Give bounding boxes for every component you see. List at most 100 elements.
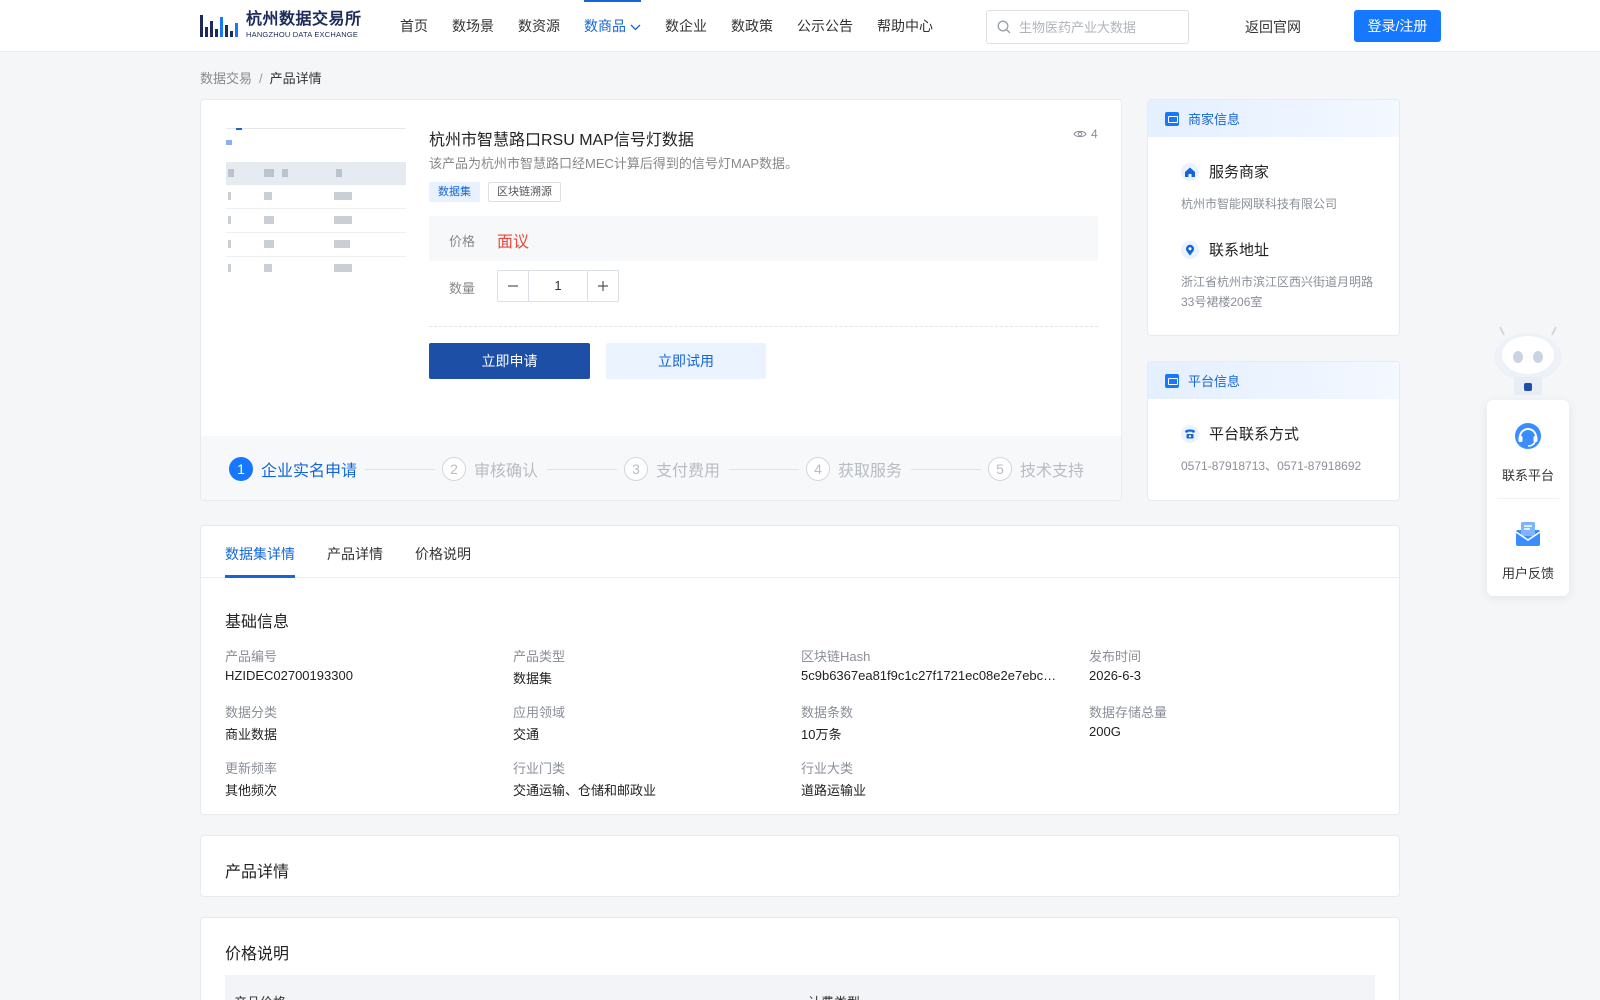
step-number: 3 [624,457,648,481]
eye-icon [1073,130,1087,138]
product-detail-title: 产品详情 [225,864,290,881]
nav-home[interactable]: 首页 [400,0,428,52]
price-table-header: 产品价格 计费类型 [225,975,1375,1000]
step-number: 2 [442,457,466,481]
field-label-record-count: 数据条数 [801,705,854,720]
nav-policies[interactable]: 数政策 [731,0,773,52]
field-value-data-category: 商业数据 [225,727,278,742]
step-4: 4 获取服务 [806,456,902,482]
nav-products[interactable]: 数商品 [584,0,641,52]
tag-dataset: 数据集 [429,182,480,202]
chevron-down-icon [630,24,641,31]
field-label-publish-time: 发布时间 [1089,649,1142,664]
price-table-col-price: 产品价格 [234,992,286,1000]
step-label: 获取服务 [838,463,903,480]
detail-tabs: 数据集详情 产品详情 价格说明 [201,526,1399,578]
nav-scenarios[interactable]: 数场景 [452,0,494,52]
price-table-col-billing-type: 计费类型 [808,992,860,1000]
user-feedback-button[interactable]: 用户反馈 [1487,518,1569,582]
step-5: 5 技术支持 [988,456,1084,482]
field-value-product-id: HZIDEC02700193300 [225,668,353,683]
field-label-update-frequency: 更新频率 [225,761,278,776]
quantity-increase-button[interactable] [587,271,618,301]
step-1: 1 企业实名申请 [229,456,357,482]
nav-announcements[interactable]: 公示公告 [797,0,853,52]
product-title: 杭州市智慧路口RSU MAP信号灯数据 [429,132,694,149]
field-value-application-area: 交通 [513,727,540,742]
field-value-update-frequency: 其他频次 [225,783,278,798]
try-now-button[interactable]: 立即试用 [606,343,766,379]
nav-resources[interactable]: 数资源 [518,0,560,52]
active-tab-indicator [225,575,295,578]
field-label-industry-division: 行业大类 [801,761,854,776]
dataset-detail-card: 数据集详情 产品详情 价格说明 基础信息 产品编号 HZIDEC02700193… [200,525,1400,815]
contact-platform-label: 联系平台 [1501,468,1554,483]
field-value-publish-time: 2026-6-3 [1089,668,1142,683]
breadcrumb-current: 产品详情 [269,71,322,86]
breadcrumb: 数据交易 / 产品详情 [200,68,322,87]
quantity-stepper: 1 [497,270,619,302]
quantity-input[interactable]: 1 [529,271,587,301]
nav-help[interactable]: 帮助中心 [877,0,933,52]
minus-icon [508,285,518,287]
logo-mark-icon [200,11,242,39]
step-number: 4 [806,457,830,481]
field-value-industry-division: 道路运输业 [801,783,867,798]
field-value-industry-section: 交通运输、仓储和邮政业 [513,783,657,798]
breadcrumb-separator: / [259,71,263,86]
platform-contact-value: 0571-87918713、0571-87918692 [1181,459,1362,473]
nav-enterprises[interactable]: 数企业 [665,0,707,52]
contact-platform-button[interactable]: 联系平台 [1487,420,1569,484]
field-label-product-id: 产品编号 [225,649,278,664]
price-label: 价格 [449,234,476,249]
tab-product-details[interactable]: 产品详情 [327,544,383,564]
assistant-robot-icon[interactable] [1488,325,1568,401]
search-icon [997,20,1011,34]
contact-address-title: 联系地址 [1209,242,1270,259]
merchant-info-header: 商家信息 [1148,100,1399,137]
floating-service-panel: 联系平台 用户反馈 [1487,400,1569,596]
platform-card-icon [1165,373,1179,388]
quantity-decrease-button[interactable] [498,271,529,301]
field-value-blockchain-hash: 5c9b6367ea81f9c1c27f1721ec08e2e7ebc… [801,668,1057,683]
field-value-storage-total: 200G [1089,724,1121,739]
field-value-product-type: 数据集 [513,671,553,686]
field-label-data-category: 数据分类 [225,705,278,720]
location-pin-icon [1181,240,1199,259]
price-value: 面议 [497,234,530,251]
step-3: 3 支付费用 [624,456,720,482]
logo-subtitle: HANGZHOU DATA EXCHANGE [246,29,359,39]
product-summary-card: 杭州市智慧路口RSU MAP信号灯数据 4 该产品为杭州市智慧路口经MEC计算后… [200,99,1122,501]
field-label-storage-total: 数据存储总量 [1089,705,1168,720]
tab-dataset-details[interactable]: 数据集详情 [225,544,295,564]
basic-info-title: 基础信息 [225,614,290,631]
tag-blockchain: 区块链溯源 [488,182,561,202]
field-label-industry-section: 行业门类 [513,761,566,776]
service-merchant-title: 服务商家 [1209,164,1270,181]
logo[interactable]: 杭州数据交易所 HANGZHOU DATA EXCHANGE [200,9,362,41]
search-input[interactable] [1019,19,1179,35]
contact-address-row: 联系地址 [1181,239,1269,260]
service-merchant-row: 服务商家 [1181,161,1269,182]
breadcrumb-root[interactable]: 数据交易 [200,71,252,86]
platform-info-header: 平台信息 [1148,362,1399,399]
tab-price-description[interactable]: 价格说明 [415,544,471,564]
step-label: 审核确认 [474,463,539,480]
platform-contact-title: 平台联系方式 [1209,426,1300,443]
apply-now-button[interactable]: 立即申请 [429,343,590,379]
headset-icon [1515,423,1541,449]
quantity-label: 数量 [449,281,476,296]
product-thumbnail[interactable] [226,128,406,280]
search-box[interactable] [986,10,1189,44]
phone-icon [1181,424,1199,443]
login-register-button[interactable]: 登录/注册 [1354,10,1441,42]
back-to-site-link[interactable]: 返回官网 [1245,17,1301,37]
price-box: 价格 面议 [429,216,1098,261]
platform-contact-row: 平台联系方式 [1181,423,1299,444]
step-label: 支付费用 [656,463,721,480]
step-number: 1 [229,457,253,481]
step-2: 2 审核确认 [442,456,538,482]
nav-products-label: 数商品 [584,18,626,34]
service-merchant-value: 杭州市智能网联科技有限公司 [1181,197,1338,211]
merchant-info-title: 商家信息 [1188,112,1241,127]
